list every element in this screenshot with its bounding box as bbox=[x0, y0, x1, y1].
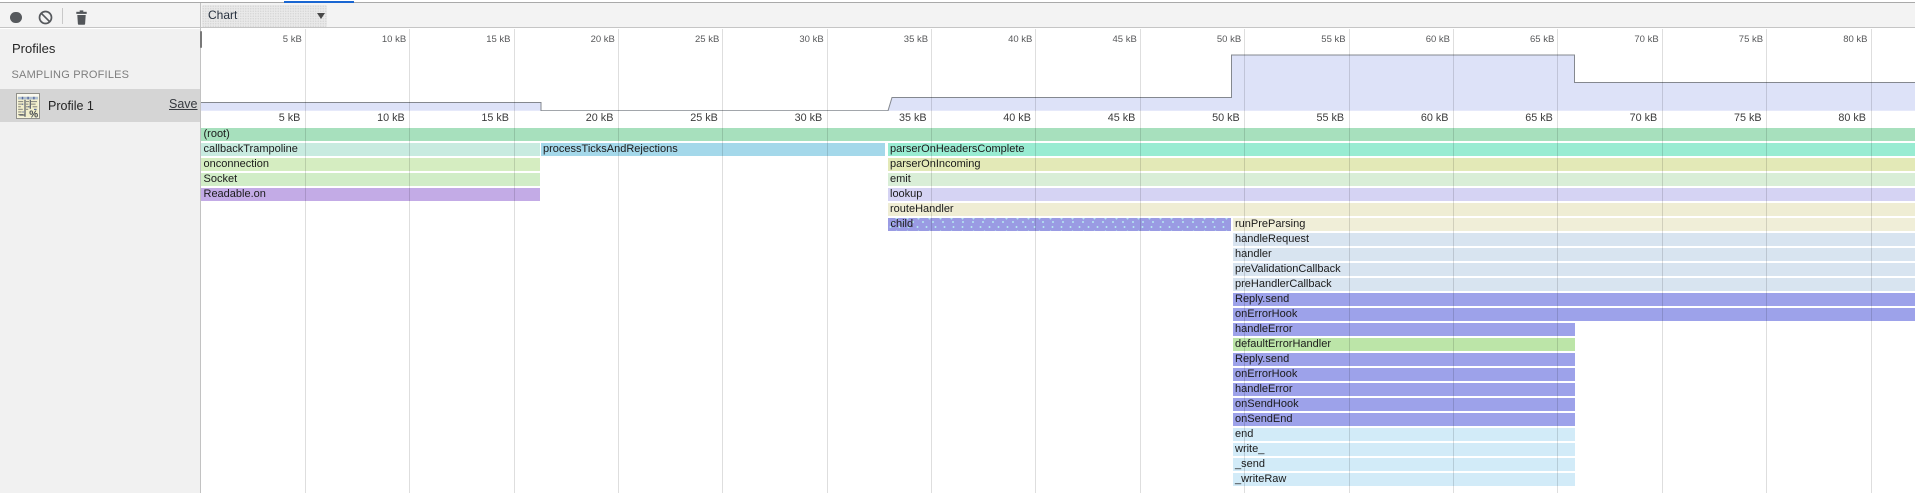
svg-text:%: % bbox=[29, 109, 38, 119]
